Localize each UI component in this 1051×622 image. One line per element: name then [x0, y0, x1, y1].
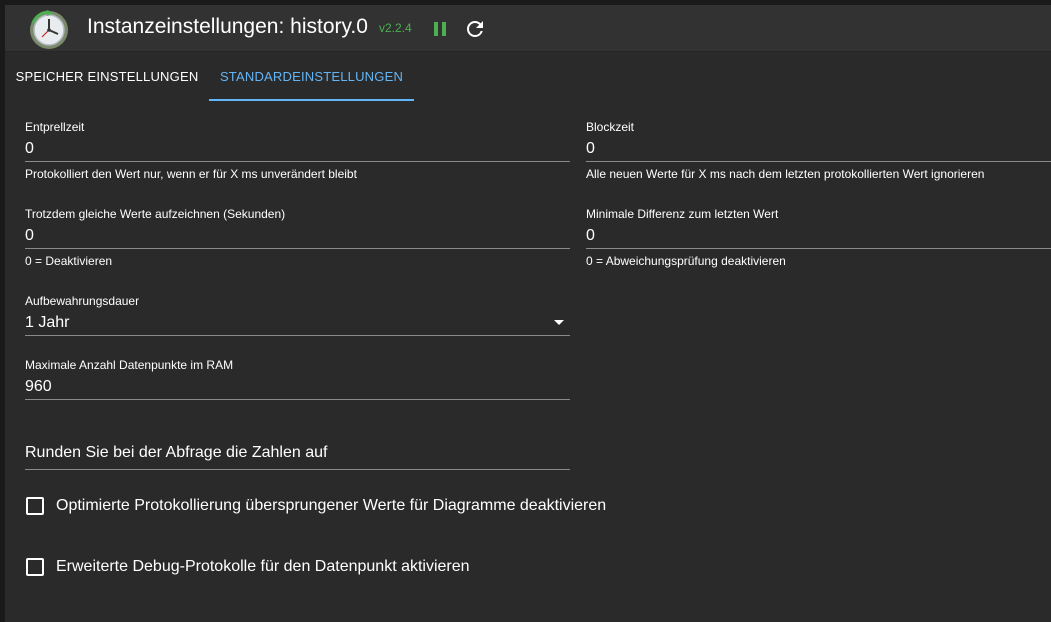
retention-select[interactable]: 1 Jahr: [25, 310, 570, 336]
version-label: v2.2.4: [379, 21, 412, 35]
max-length-field: Maximale Anzahl Datenpunkte im RAM 960: [25, 358, 570, 406]
debounce-label: Entprellzeit: [25, 120, 85, 134]
max-length-input[interactable]: 960: [25, 374, 570, 400]
retention-field: Aufbewahrungsdauer 1 Jahr: [25, 294, 570, 342]
page-title: Instanzeinstellungen: history.0: [87, 15, 368, 38]
min-delta-field: Minimale Differenz zum letzten Wert 0 0 …: [586, 207, 1051, 277]
debounce-input[interactable]: 0: [25, 136, 570, 162]
disable-skipped-values-checkbox[interactable]: [26, 497, 44, 515]
tab-default-settings[interactable]: STANDARDEINSTELLUNGEN: [209, 52, 414, 101]
retention-label: Aufbewahrungsdauer: [25, 294, 140, 308]
dropdown-arrow-icon: [554, 320, 564, 325]
history-adapter-logo-icon: [28, 9, 70, 51]
changes-relog-field: Trotzdem gleiche Werte aufzeichnen (Seku…: [25, 207, 570, 277]
blocktime-field: Blockzeit 0 Alle neuen Werte für X ms na…: [586, 120, 1051, 190]
changes-relog-helper: 0 = Deaktivieren: [25, 254, 113, 268]
reload-button[interactable]: [463, 17, 487, 41]
tab-bar: SPEICHER EINSTELLUNGEN STANDARDEINSTELLU…: [5, 52, 1051, 101]
debounce-helper: Protokolliert den Wert nur, wenn er für …: [25, 167, 357, 181]
max-length-label: Maximale Anzahl Datenpunkte im RAM: [25, 358, 234, 372]
reload-icon: [467, 21, 483, 37]
min-delta-helper: 0 = Abweichungsprüfung deaktivieren: [586, 254, 786, 268]
debounce-field: Entprellzeit 0 Protokolliert den Wert nu…: [25, 120, 570, 190]
pause-icon: [434, 22, 446, 36]
debug-logs-checkbox[interactable]: [26, 558, 44, 576]
round-input[interactable]: Runden Sie bei der Abfrage die Zahlen au…: [25, 439, 570, 470]
retention-value: 1 Jahr: [25, 314, 70, 331]
changes-relog-input[interactable]: 0: [25, 223, 570, 249]
disable-skipped-values-label: Optimierte Protokollierung übersprungene…: [56, 497, 607, 514]
blocktime-input[interactable]: 0: [586, 136, 1051, 162]
debug-logs-label: Erweiterte Debug-Protokolle für den Date…: [56, 558, 470, 575]
debug-logs-checkbox-row[interactable]: Erweiterte Debug-Protokolle für den Date…: [25, 556, 505, 578]
blocktime-helper: Alle neuen Werte für X ms nach dem letzt…: [586, 167, 985, 181]
min-delta-input[interactable]: 0: [586, 223, 1051, 249]
tab-storage-settings[interactable]: SPEICHER EINSTELLUNGEN: [5, 52, 209, 101]
disable-skipped-values-checkbox-row[interactable]: Optimierte Protokollierung übersprungene…: [25, 495, 645, 517]
blocktime-label: Blockzeit: [586, 120, 635, 134]
changes-relog-label: Trotzdem gleiche Werte aufzeichnen (Seku…: [25, 207, 286, 221]
title-bar: Instanzeinstellungen: history.0 v2.2.4: [5, 5, 1051, 52]
min-delta-label: Minimale Differenz zum letzten Wert: [586, 207, 779, 221]
settings-window: Instanzeinstellungen: history.0 v2.2.4 S…: [5, 5, 1051, 622]
pause-button[interactable]: [430, 18, 452, 40]
